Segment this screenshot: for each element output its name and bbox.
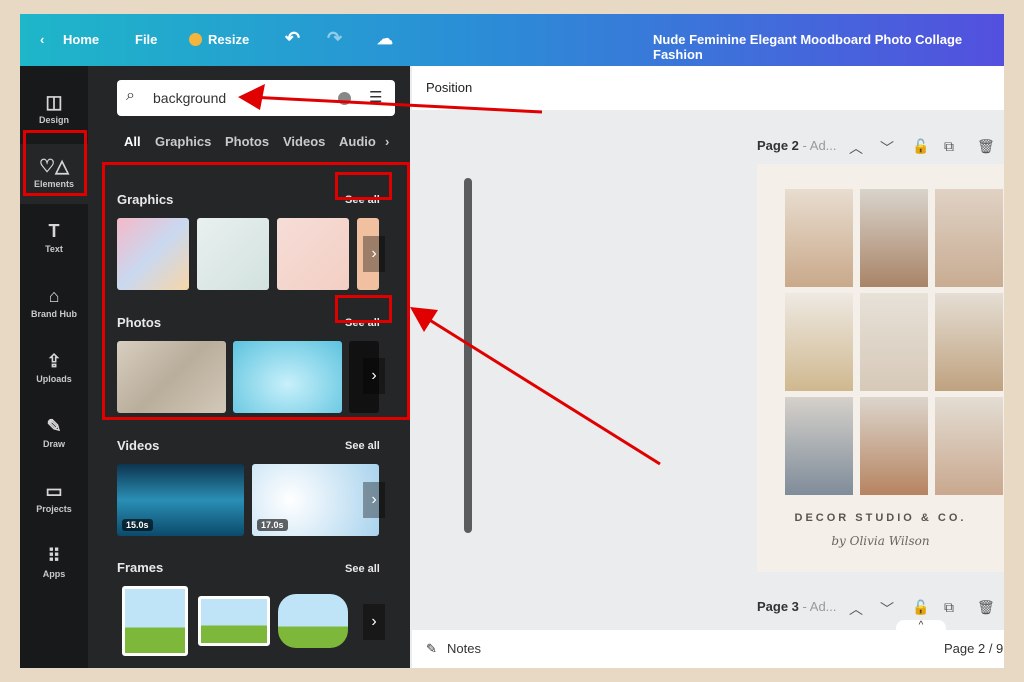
arrow-to-search (249, 95, 543, 114)
canva-editor: ‹ Home File Resize ↶ ↷ ☁ Nude Feminine E… (20, 14, 1004, 668)
arrow-head (410, 307, 438, 332)
arrow-to-results (419, 312, 661, 466)
arrow-head (238, 84, 265, 110)
annotation-arrows (238, 84, 661, 466)
